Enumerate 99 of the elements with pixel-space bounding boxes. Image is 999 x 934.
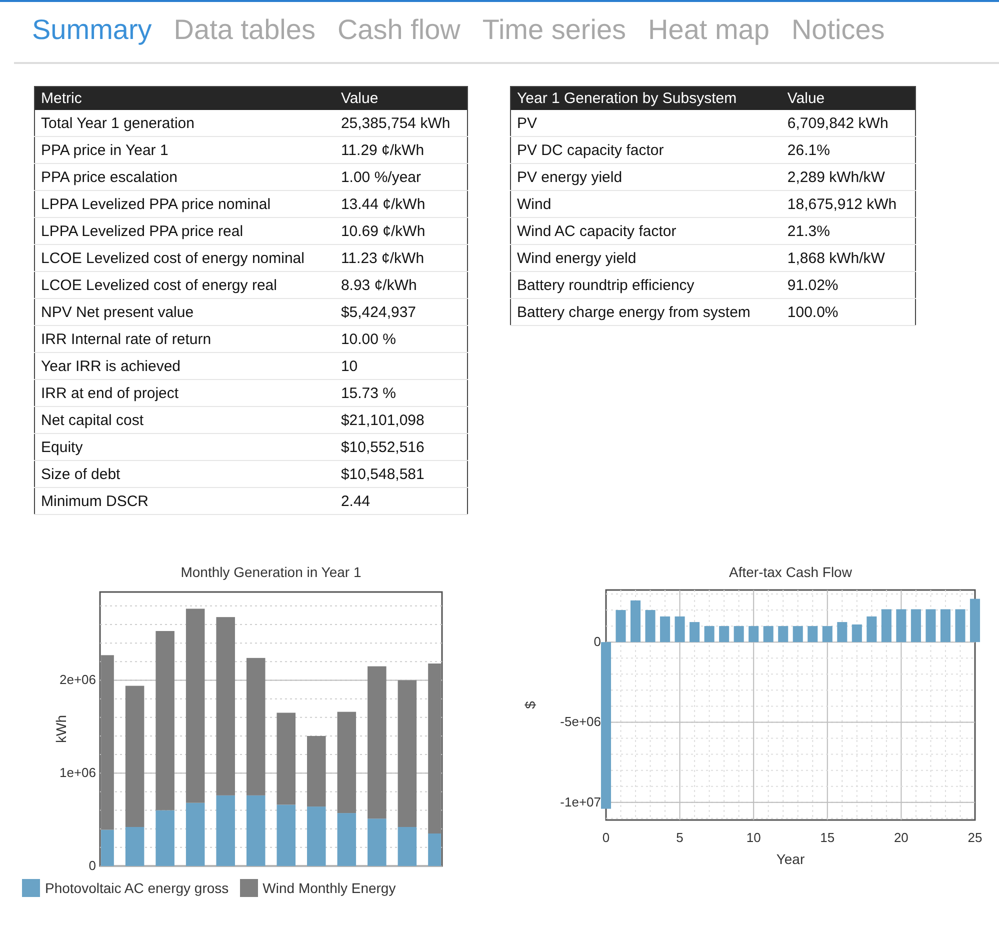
table-cell: 2,289 kWh/kW [781, 164, 916, 190]
table-cell: $10,552,516 [334, 434, 468, 460]
tab[interactable]: Time series [474, 14, 634, 50]
table-cell: 10.69 ¢/kWh [334, 218, 468, 244]
table-cell: 15.73 % [334, 380, 468, 406]
table-cell: LCOE Levelized cost of energy real [34, 272, 335, 298]
column-header: Value [334, 86, 468, 110]
table-cell: LPPA Levelized PPA price nominal [34, 190, 335, 218]
axis-tick-label: 0 [594, 634, 601, 650]
bar [940, 609, 950, 642]
bar [660, 616, 670, 642]
table-cell: PV energy yield [510, 164, 782, 190]
axis-tick-label: 0 [88, 858, 96, 871]
table-cell: PV [510, 110, 782, 136]
table-cell: IRR at end of project [34, 380, 335, 406]
bar [719, 626, 730, 642]
bar [630, 600, 641, 642]
table-cell: $10,548,581 [334, 460, 468, 488]
table-cell: Total Year 1 generation [34, 110, 335, 136]
bar [690, 622, 700, 642]
table-cell: Minimum DSCR [34, 488, 335, 514]
table-cell: 25,385,754 kWh [334, 110, 468, 136]
table-cell: PPA price escalation [34, 164, 335, 190]
bar [926, 609, 936, 642]
bar [837, 622, 848, 642]
bar [734, 626, 744, 642]
tab[interactable]: Heat map [640, 14, 778, 50]
table-cell: Net capital cost [34, 406, 335, 434]
bar [881, 609, 892, 642]
axis-label: kWh [53, 715, 69, 743]
table-cell: LPPA Levelized PPA price real [34, 218, 335, 244]
table-cell: 11.23 ¢/kWh [334, 244, 468, 272]
table-cell: 18,675,912 kWh [781, 190, 916, 218]
bar [307, 806, 326, 866]
axis-label: Year [776, 851, 805, 867]
table-cell: Wind [510, 190, 782, 218]
legend-label: Wind Monthly Energy [262, 880, 396, 896]
axis-tick-label: -1e+07 [560, 794, 601, 810]
column-header: Value [781, 86, 916, 110]
table-cell: 6,709,842 kWh [781, 110, 916, 136]
table-cell: 11.29 ¢/kWh [334, 136, 468, 164]
table-cell: 13.44 ¢/kWh [334, 190, 468, 218]
tab[interactable]: Data tables [166, 14, 324, 50]
table-cell: $21,101,098 [334, 406, 468, 434]
axis-tick-label: 20 [894, 830, 908, 845]
column-header: Metric [34, 86, 335, 110]
table-cell: PPA price in Year 1 [34, 136, 335, 164]
axis-tick-label: 0 [602, 830, 610, 845]
bar [955, 609, 966, 642]
table-cell: LCOE Levelized cost of energy nominal [34, 244, 335, 272]
table-cell: Wind energy yield [510, 244, 782, 272]
table-cell: 10.00 % [334, 326, 468, 352]
axis-tick-label: -5e+06 [560, 714, 601, 730]
bar [307, 736, 326, 807]
bar [822, 626, 832, 642]
axis-tick-label: 25 [968, 830, 982, 845]
bar [645, 610, 656, 642]
bar [910, 609, 921, 642]
table-cell: 1.00 %/year [334, 164, 468, 190]
table-cell: Battery charge energy from system [510, 298, 782, 326]
table-cell: Year IRR is achieved [34, 352, 335, 380]
chart-title: After-tax Cash Flow [729, 564, 852, 580]
table-cell: Battery roundtrip efficiency [510, 272, 782, 298]
axis-tick-label: 1e+06 [59, 765, 96, 780]
table-cell: 21.3% [781, 218, 916, 244]
table-cell: Wind AC capacity factor [510, 218, 782, 244]
column-header: Year 1 Generation by Subsystem [510, 86, 782, 110]
table-cell: 8.93 ¢/kWh [334, 272, 468, 298]
bar [778, 626, 788, 642]
bar [896, 609, 906, 642]
tab[interactable]: Summary [24, 14, 160, 50]
axis-label: $ [522, 701, 538, 709]
bar [763, 626, 774, 642]
bar [792, 626, 803, 642]
chart-title: Monthly Generation in Year 1 [180, 564, 362, 580]
tab[interactable]: Cash flow [329, 14, 468, 50]
axis-tick-label: 15 [820, 830, 835, 845]
table-cell: Equity [34, 434, 335, 460]
table-cell: 26.1% [781, 136, 916, 164]
table-cell: Size of debt [34, 460, 335, 488]
table-cell: NPV Net present value [34, 298, 335, 326]
axis-tick-label: 10 [746, 830, 761, 845]
table-cell: PV DC capacity factor [510, 136, 782, 164]
bar [808, 626, 818, 642]
table-cell: 1,868 kWh/kW [781, 244, 916, 272]
bar [616, 610, 626, 642]
bar [748, 626, 759, 642]
bar [866, 616, 877, 642]
bar [704, 626, 714, 642]
axis-tick-label: 2e+06 [59, 672, 96, 688]
legend-label: Photovoltaic AC energy gross [45, 880, 229, 896]
tab[interactable]: Notices [783, 14, 893, 50]
table-cell: $5,424,937 [334, 298, 468, 326]
axis-tick-label: 5 [676, 830, 684, 845]
table-cell: 91.02% [781, 272, 916, 298]
table-cell: 100.0% [781, 298, 916, 326]
table-cell: 10 [334, 352, 468, 380]
table-cell: IRR Internal rate of return [34, 326, 335, 352]
table-cell: 2.44 [334, 488, 468, 514]
